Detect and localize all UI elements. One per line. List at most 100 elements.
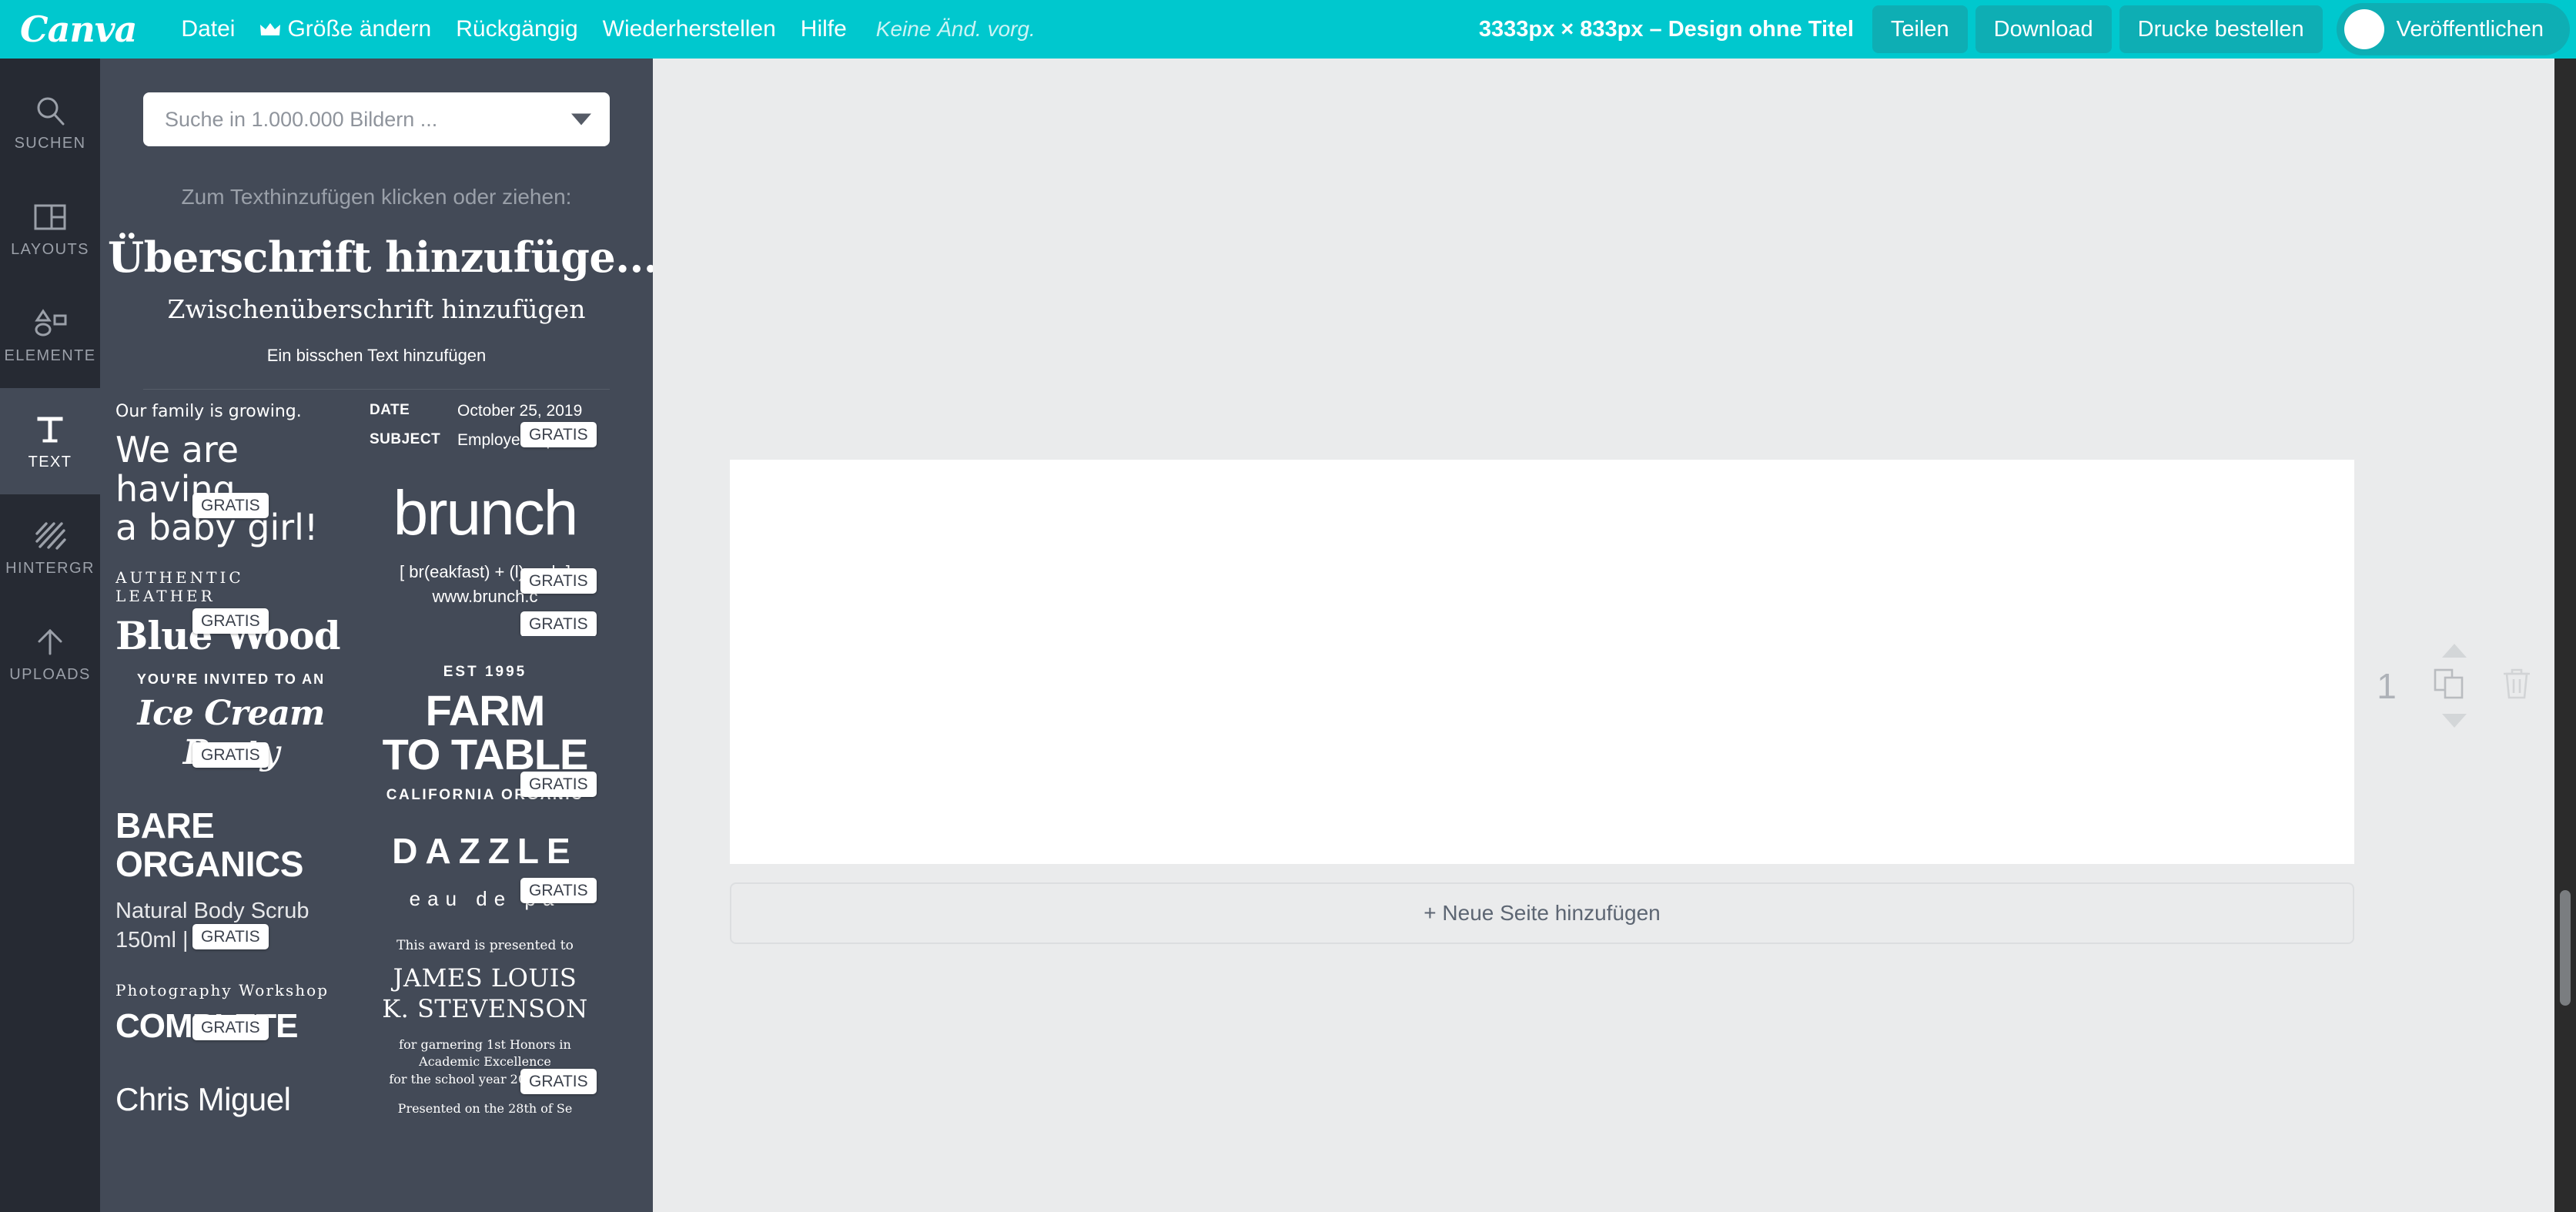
template-photography-workshop[interactable]: Photography Workshop COMPLETE GRATIS	[115, 981, 346, 1052]
sidebar-item-hintergrund[interactable]: HINTERGR	[0, 494, 100, 601]
scrollbar-thumb[interactable]	[2560, 890, 2571, 1006]
memo-row-subject: SUBJECT Employee Op	[370, 431, 601, 450]
page-tools-row: 1	[2377, 667, 2532, 705]
top-header: Canva Datei Größe ändern Rückgängig Wied…	[0, 0, 2576, 59]
trash-icon[interactable]	[2501, 667, 2532, 705]
template-line: October 25, 2019	[457, 402, 583, 420]
memo-row-date: DATE October 25, 2019	[370, 402, 601, 420]
add-subheading-template[interactable]: Zwischenüberschrift hinzufügen	[100, 294, 653, 324]
design-page-1[interactable]	[730, 460, 2354, 864]
template-line: a baby girl!	[115, 507, 319, 548]
triangle-down-icon[interactable]	[2442, 714, 2467, 728]
template-ice-cream-party[interactable]: YOU'RE INVITED TO AN Ice Cream Party SEP…	[115, 671, 346, 779]
order-prints-button[interactable]: Drucke bestellen	[2119, 5, 2323, 53]
sidebar-item-uploads[interactable]: UPLOADS	[0, 601, 100, 707]
template-line: We are having	[115, 429, 239, 510]
design-title: 3333px × 833px – Design ohne Titel	[1478, 16, 1854, 42]
template-baby-announcement[interactable]: Our family is growing. We are having a b…	[115, 402, 346, 548]
add-body-text-template[interactable]: Ein bisschen Text hinzufügen	[100, 346, 653, 366]
menu-item-datei[interactable]: Datei	[169, 0, 247, 59]
template-line: Blue Wood	[115, 613, 341, 651]
layouts-icon	[32, 200, 68, 234]
menu-item-hilfe[interactable]: Hilfe	[788, 0, 859, 59]
template-line: Natural Body Scrub	[115, 899, 309, 924]
template-line: EST 1995	[443, 664, 527, 680]
canvas-area: + Neue Seite hinzufügen 1	[653, 59, 2554, 1212]
search-container	[143, 92, 610, 146]
template-bare-organics[interactable]: BARE ORGANICS Natural Body Scrub 150ml |…	[115, 807, 346, 961]
sidebar-item-suchen[interactable]: SUCHEN	[0, 69, 100, 176]
copy-icon[interactable]	[2432, 667, 2466, 705]
text-icon	[32, 413, 68, 447]
template-line: DAZZLE	[392, 831, 578, 871]
download-button[interactable]: Download	[1975, 5, 2112, 53]
sidebar-item-layouts[interactable]: LAYOUTS	[0, 176, 100, 282]
sidebar-item-text[interactable]: TEXT	[0, 388, 100, 494]
template-line: for the school year 2016-2017.	[389, 1071, 581, 1086]
template-line: COMPLETE	[115, 1007, 298, 1045]
left-sidebar-rail: SUCHEN LAYOUTS ELEMENTE TEXT HINTERGR UP…	[0, 59, 100, 1212]
menu-item-label: Rückgängig	[456, 16, 578, 42]
triangle-up-icon[interactable]	[2442, 644, 2467, 658]
menu-item-wiederherstellen[interactable]: Wiederherstellen	[590, 0, 788, 59]
template-line: This award is presented to	[396, 938, 574, 953]
canva-editor-app: Canva Datei Größe ändern Rückgängig Wied…	[0, 0, 2576, 1212]
elements-icon	[32, 306, 68, 340]
template-line: YOU'RE INVITED TO AN	[136, 671, 326, 687]
publish-label: Veröffentlichen	[2396, 16, 2544, 42]
window-scrollbar[interactable]	[2554, 59, 2576, 1212]
sidebar-item-label: UPLOADS	[9, 666, 91, 683]
template-line: 150ml | 5.07o	[115, 928, 251, 953]
templates-column-left: Our family is growing. We are having a b…	[115, 402, 346, 1147]
template-chris-miguel[interactable]: Chris Miguel	[115, 1081, 346, 1127]
avatar	[2343, 9, 2384, 49]
template-memo[interactable]: DATE October 25, 2019 SUBJECT Employee O…	[370, 402, 601, 456]
template-line: JAMES LOUIS	[393, 963, 577, 993]
template-award-certificate[interactable]: This award is presented to JAMES LOUIS K…	[370, 938, 601, 1115]
template-line: K. STEVENSON	[382, 994, 588, 1023]
menu-item-groesse-aendern[interactable]: Größe ändern	[247, 0, 443, 59]
template-line: Presented on the 28th of Se	[397, 1101, 573, 1115]
sidebar-item-label: HINTERGR	[5, 560, 95, 577]
template-line: Photography Workshop	[115, 981, 329, 999]
template-line: DATE	[370, 402, 410, 418]
template-line: SUBJECT	[370, 431, 441, 447]
background-icon	[32, 519, 68, 553]
share-button[interactable]: Teilen	[1872, 5, 1968, 53]
sidebar-item-elemente[interactable]: ELEMENTE	[0, 282, 100, 388]
template-line: AUTHENTIC LEATHER	[115, 568, 244, 605]
add-page-button[interactable]: + Neue Seite hinzufügen	[730, 882, 2354, 944]
template-dazzle[interactable]: DAZZLE eau de pa GRATIS	[370, 830, 601, 915]
template-line: TO TABLE	[382, 730, 589, 779]
menu-item-label: Wiederherstellen	[602, 16, 776, 42]
sidebar-item-label: SUCHEN	[14, 135, 86, 152]
panel-divider	[143, 389, 610, 390]
publish-button[interactable]: Veröffentlichen	[2336, 3, 2570, 55]
template-brunch[interactable]: brunch [ br(eakfast) + (l)unch ] www.bru…	[370, 482, 601, 636]
template-line: ORGANICS	[115, 843, 303, 884]
template-line: BARE	[115, 807, 215, 845]
template-line: CALIFORNIA ORGANIC	[386, 787, 584, 804]
template-line: Employee Op	[457, 431, 556, 449]
main-menu: Datei Größe ändern Rückgängig Wiederhers…	[169, 0, 1035, 59]
save-status: Keine Änd. vorg.	[875, 17, 1035, 41]
template-line: brunch	[393, 482, 579, 548]
templates-column-right: DATE October 25, 2019 SUBJECT Employee O…	[370, 402, 601, 1135]
page-tools: 1	[2377, 644, 2531, 728]
header-actions: 3333px × 833px – Design ohne Titel Teile…	[1479, 3, 2576, 55]
add-heading-template[interactable]: Überschrift hinzufüge...	[100, 233, 653, 282]
template-line: Chris Miguel	[115, 1081, 291, 1117]
template-blue-wood[interactable]: AUTHENTIC LEATHER Blue Wood GRATIS	[115, 568, 346, 651]
search-input[interactable]	[143, 92, 610, 146]
template-farm-to-table[interactable]: EST 1995 FARM TO TABLE CALIFORNIA ORGANI…	[370, 664, 601, 810]
text-panel: Zum Texthinzufügen klicken oder ziehen: …	[100, 59, 653, 1212]
upload-icon	[32, 625, 68, 659]
menu-item-rueckgaengig[interactable]: Rückgängig	[443, 0, 590, 59]
menu-item-label: Hilfe	[800, 16, 847, 42]
template-line: www.brunch.c	[432, 587, 538, 606]
sidebar-item-label: LAYOUTS	[11, 241, 89, 258]
canva-logo[interactable]: Canva	[20, 12, 137, 47]
sidebar-item-label: ELEMENTE	[4, 347, 96, 364]
template-line: eau de pa	[409, 887, 561, 910]
free-badge: GRATIS	[520, 611, 597, 636]
